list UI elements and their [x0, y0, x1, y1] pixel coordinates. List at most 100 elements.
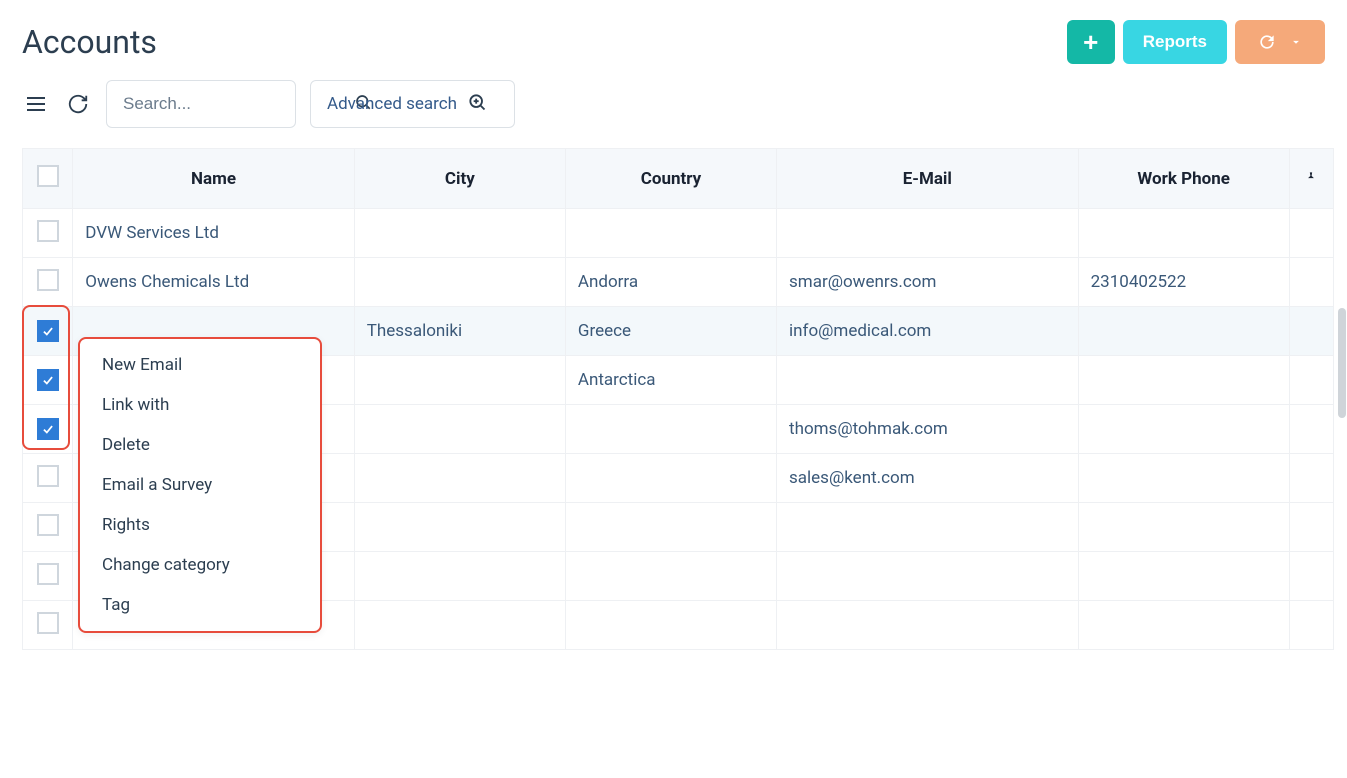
row-checkbox[interactable]	[37, 369, 59, 391]
reports-button[interactable]: Reports	[1123, 20, 1227, 64]
column-header-pin[interactable]	[1289, 149, 1333, 209]
header-actions: + Reports	[1067, 20, 1325, 64]
add-button[interactable]: +	[1067, 20, 1115, 64]
context-item[interactable]: Rights	[80, 505, 320, 545]
cell-country	[565, 209, 776, 258]
cell-phone	[1078, 405, 1289, 454]
cell-phone: 2310402522	[1078, 258, 1289, 307]
cell-pin	[1289, 307, 1333, 356]
column-header-phone[interactable]: Work Phone	[1078, 149, 1289, 209]
cell-pin	[1289, 601, 1333, 650]
cell-country	[565, 503, 776, 552]
row-checkbox-cell	[23, 503, 73, 552]
row-checkbox[interactable]	[37, 220, 59, 242]
row-checkbox-cell	[23, 454, 73, 503]
row-checkbox-cell	[23, 601, 73, 650]
search-box[interactable]	[106, 80, 296, 128]
row-checkbox-cell	[23, 209, 73, 258]
advanced-search-box[interactable]: Advanced search	[310, 80, 515, 128]
cell-pin	[1289, 503, 1333, 552]
cell-city	[354, 552, 565, 601]
row-checkbox-cell	[23, 307, 73, 356]
cell-country: Andorra	[565, 258, 776, 307]
cell-city	[354, 356, 565, 405]
cell-phone	[1078, 503, 1289, 552]
cell-country	[565, 601, 776, 650]
row-checkbox[interactable]	[37, 269, 59, 291]
cell-name: Owens Chemicals Ltd	[73, 258, 355, 307]
cell-city	[354, 209, 565, 258]
row-checkbox[interactable]	[37, 514, 59, 536]
cell-phone	[1078, 552, 1289, 601]
context-item[interactable]: Delete	[80, 425, 320, 465]
scrollbar-thumb[interactable]	[1338, 308, 1346, 418]
cell-country: Greece	[565, 307, 776, 356]
cell-email	[777, 552, 1079, 601]
cell-city: Thessaloniki	[354, 307, 565, 356]
pin-icon	[1304, 170, 1318, 184]
cell-email: info@medical.com	[777, 307, 1079, 356]
cell-email: sales@kent.com	[777, 454, 1079, 503]
column-header-city[interactable]: City	[354, 149, 565, 209]
row-checkbox[interactable]	[37, 418, 59, 440]
cell-pin	[1289, 356, 1333, 405]
cell-phone	[1078, 209, 1289, 258]
refresh-dropdown-button[interactable]	[1235, 20, 1325, 64]
chevron-down-icon	[1289, 35, 1303, 49]
cell-country	[565, 405, 776, 454]
cell-phone	[1078, 307, 1289, 356]
cell-city	[354, 454, 565, 503]
context-item[interactable]: Email a Survey	[80, 465, 320, 505]
table-row[interactable]: Owens Chemicals Ltd Andorrasmar@owenrs.co…	[23, 258, 1334, 307]
row-checkbox-cell	[23, 552, 73, 601]
context-item[interactable]: Tag	[80, 585, 320, 625]
cell-country	[565, 454, 776, 503]
row-checkbox-cell	[23, 405, 73, 454]
row-checkbox-cell	[23, 356, 73, 405]
scrollbar[interactable]	[1337, 308, 1347, 778]
header-checkbox-cell	[23, 149, 73, 209]
cell-phone	[1078, 601, 1289, 650]
page-title: Accounts	[22, 23, 157, 61]
context-item[interactable]: Link with	[80, 385, 320, 425]
context-menu: New EmailLink withDeleteEmail a SurveyRi…	[78, 337, 322, 633]
cell-email	[777, 209, 1079, 258]
column-header-country[interactable]: Country	[565, 149, 776, 209]
column-header-name[interactable]: Name	[73, 149, 355, 209]
cell-name: DVW Services Ltd	[73, 209, 355, 258]
table-row[interactable]: DVW Services Ltd	[23, 209, 1334, 258]
select-all-checkbox[interactable]	[37, 165, 59, 187]
cell-pin	[1289, 454, 1333, 503]
cell-city	[354, 258, 565, 307]
cell-phone	[1078, 454, 1289, 503]
context-item[interactable]: New Email	[80, 345, 320, 385]
row-checkbox-cell	[23, 258, 73, 307]
plus-icon: +	[1083, 27, 1098, 58]
cell-pin	[1289, 258, 1333, 307]
cell-email: smar@owenrs.com	[777, 258, 1079, 307]
context-item[interactable]: Change category	[80, 545, 320, 585]
cell-city	[354, 601, 565, 650]
cell-email	[777, 503, 1079, 552]
cell-pin	[1289, 405, 1333, 454]
cell-country	[565, 552, 776, 601]
row-checkbox[interactable]	[37, 465, 59, 487]
cell-city	[354, 503, 565, 552]
cell-email	[777, 601, 1079, 650]
reload-icon[interactable]	[64, 90, 92, 118]
search-plus-icon[interactable]	[467, 92, 487, 116]
cell-phone	[1078, 356, 1289, 405]
cell-city	[354, 405, 565, 454]
cell-pin	[1289, 209, 1333, 258]
row-checkbox[interactable]	[37, 563, 59, 585]
cell-pin	[1289, 552, 1333, 601]
column-header-email[interactable]: E-Mail	[777, 149, 1079, 209]
row-checkbox[interactable]	[37, 320, 59, 342]
cell-country: Antarctica	[565, 356, 776, 405]
cell-email	[777, 356, 1079, 405]
refresh-icon	[1257, 32, 1277, 52]
hamburger-icon[interactable]	[22, 90, 50, 118]
advanced-search-label: Advanced search	[327, 94, 457, 114]
row-checkbox[interactable]	[37, 612, 59, 634]
cell-email: thoms@tohmak.com	[777, 405, 1079, 454]
